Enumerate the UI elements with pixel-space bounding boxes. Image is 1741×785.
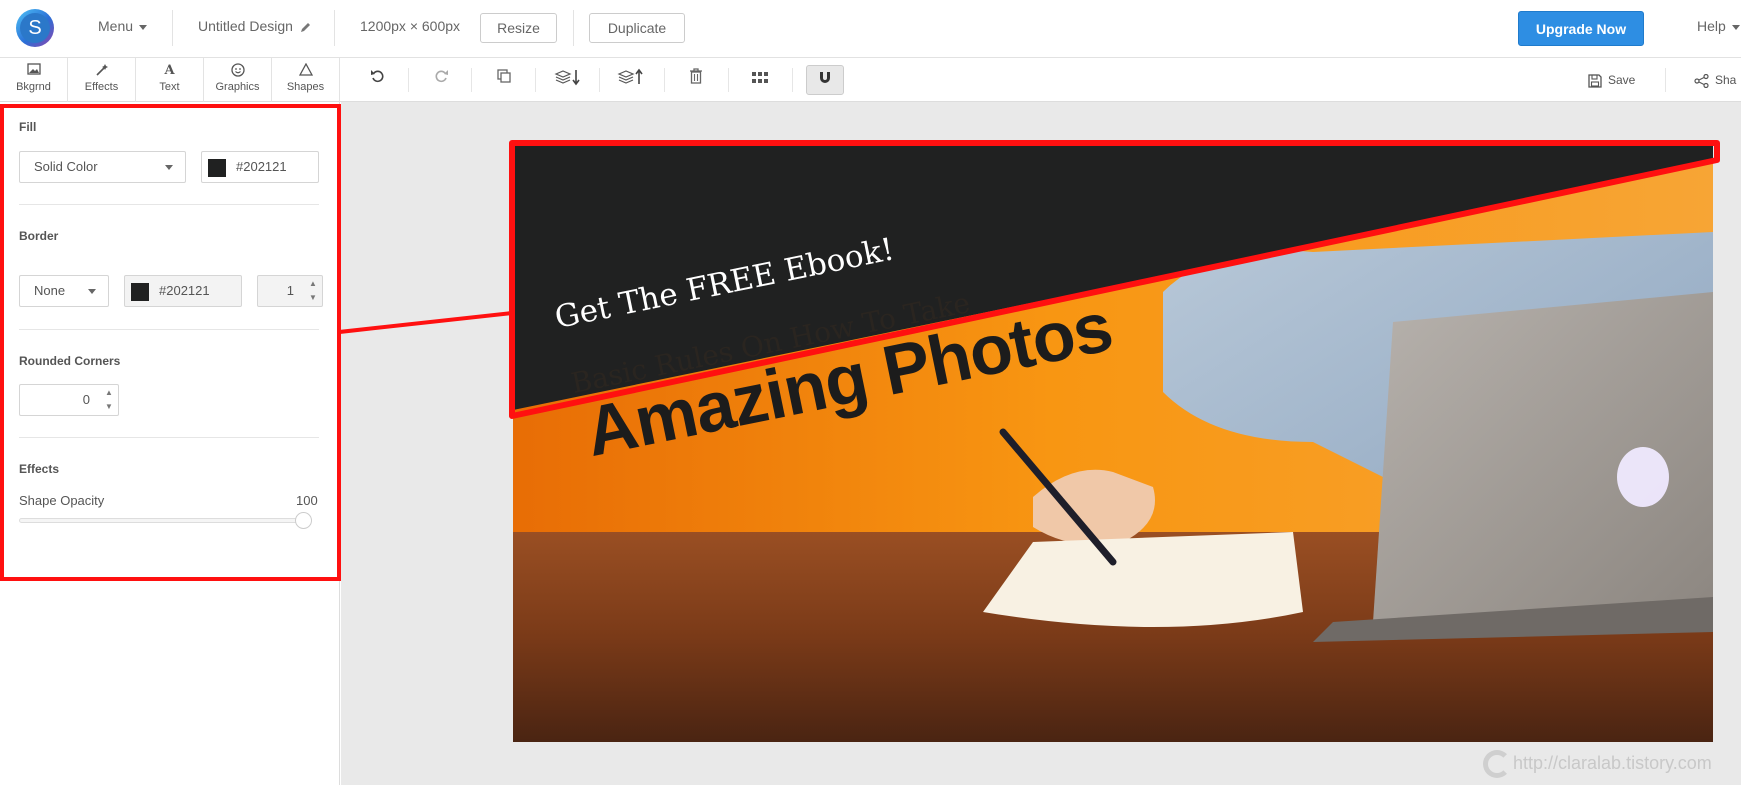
chevron-down-icon [139,24,148,30]
triangle-icon [272,62,339,79]
divider [599,68,600,92]
border-color-swatch [131,283,149,301]
effects-section-title: Effects [19,462,60,476]
divider [792,68,793,92]
save-button[interactable]: Save [1588,68,1658,92]
rounded-corners-input[interactable]: 0 ▲ ▼ [19,384,119,416]
watermark-logo-icon [1483,750,1511,778]
divider [19,204,319,205]
redo-icon[interactable] [429,68,453,92]
delete-icon[interactable] [684,68,708,92]
menu-button[interactable]: Menu [98,18,148,34]
share-icon [1694,73,1709,88]
tab-text-label: Text [159,81,180,93]
canvas-area: Get The FREE Ebook! Basic Rules On How T… [341,102,1741,785]
decrement-icon[interactable]: ▼ [102,401,116,413]
divider [172,10,173,46]
border-section-title: Border [19,229,59,243]
design-title-label: Untitled Design [198,18,293,34]
share-button[interactable]: Sha [1694,68,1741,92]
fill-color-value: #202121 [236,159,287,174]
menu-label: Menu [98,18,134,34]
shape-opacity-slider[interactable] [19,512,312,529]
divider [334,10,335,46]
logo-letter: S [20,13,50,43]
rounded-corners-title: Rounded Corners [19,354,121,368]
main-toolbar: Save Sha [340,58,1741,102]
fill-color-picker[interactable]: #202121 [201,151,319,183]
divider [408,68,409,92]
divider [471,68,472,92]
shape-opacity-value: 100 [296,493,318,508]
tab-shapes[interactable]: Shapes [272,58,340,102]
help-menu[interactable]: Help [1697,18,1740,34]
fill-section-title: Fill [19,120,37,134]
chevron-down-icon [88,289,96,294]
app-logo[interactable]: S [16,9,54,47]
fill-color-swatch [208,159,226,177]
tab-graphics-label: Graphics [215,81,260,93]
divider [19,329,319,330]
tab-graphics[interactable]: Graphics [204,58,272,102]
decrement-icon[interactable]: ▼ [306,292,320,304]
shape-opacity-label: Shape Opacity [19,493,105,508]
increment-icon[interactable]: ▲ [306,278,320,290]
copy-icon[interactable] [492,68,516,92]
chevron-down-icon [165,165,173,170]
save-label: Save [1608,73,1636,87]
annotation-arrow-line [341,311,513,334]
tab-text[interactable]: A Text [136,58,204,102]
resize-button[interactable]: Resize [480,13,557,43]
send-backward-icon[interactable] [552,68,584,92]
slider-handle[interactable] [295,512,312,529]
divider [573,10,574,46]
top-bar: S Menu Untitled Design 1200px × 600px Re… [0,0,1741,58]
save-icon [1588,74,1602,88]
magic-wand-icon [68,63,135,79]
fill-type-value: Solid Color [34,159,98,174]
bring-forward-icon[interactable] [615,68,647,92]
image-icon [0,63,67,79]
smiley-icon [204,63,271,79]
design-title[interactable]: Untitled Design [198,18,312,34]
divider [728,68,729,92]
divider [19,437,319,438]
border-width-value: 1 [286,283,294,298]
divider [1665,68,1666,92]
fill-type-select[interactable]: Solid Color [19,151,186,183]
rounded-corners-value: 0 [82,392,90,407]
watermark: http://claralab.tistory.com [1483,750,1712,778]
watermark-text: http://claralab.tistory.com [1513,752,1712,773]
border-width-input[interactable]: 1 ▲ ▼ [257,275,323,307]
border-style-value: None [34,283,66,298]
help-label: Help [1697,18,1726,34]
annotation-outline [509,140,1720,419]
increment-icon[interactable]: ▲ [102,387,116,399]
tab-effects[interactable]: Effects [68,58,136,102]
share-label: Sha [1715,73,1737,87]
left-tool-tabs: Bkgrnd Effects A Text Graphics Shapes [0,58,340,102]
divider [664,68,665,92]
grid-icon[interactable] [748,68,772,92]
border-color-value: #202121 [159,283,210,298]
tab-shapes-label: Shapes [286,81,325,93]
shape-properties-panel: Fill Solid Color #202121 Border None #20… [0,102,340,785]
undo-icon[interactable] [366,68,390,92]
upgrade-now-button[interactable]: Upgrade Now [1518,11,1644,46]
pencil-icon[interactable] [300,21,312,33]
magnet-icon[interactable] [806,65,844,95]
selection-annotation [341,140,1720,419]
tab-effects-label: Effects [84,81,119,93]
border-style-select[interactable]: None [19,275,109,307]
border-color-picker[interactable]: #202121 [124,275,242,307]
tab-background-label: Bkgrnd [16,81,51,93]
chevron-down-icon [1731,24,1740,30]
tab-background[interactable]: Bkgrnd [0,58,68,102]
divider [535,68,536,92]
canvas-dimensions: 1200px × 600px [360,18,461,34]
duplicate-button[interactable]: Duplicate [589,13,685,43]
text-icon: A [164,63,175,78]
